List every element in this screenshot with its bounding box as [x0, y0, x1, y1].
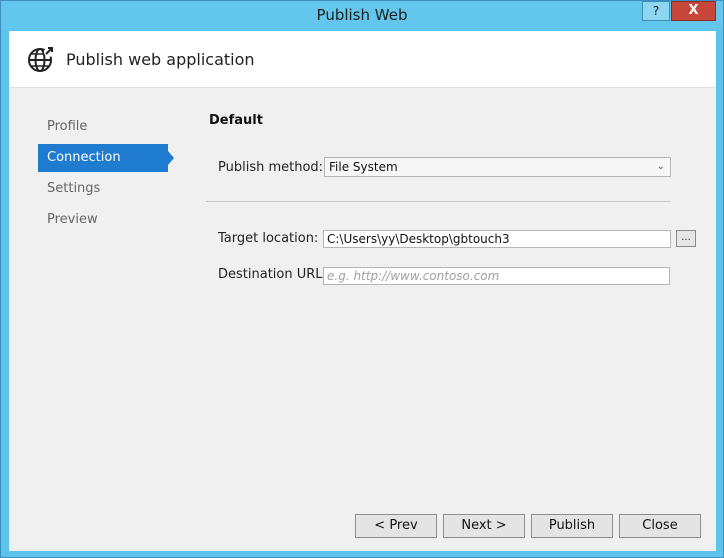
browse-button[interactable]: ... [676, 230, 696, 247]
target-location-input[interactable]: C:\Users\yy\Desktop\gbtouch3 [323, 230, 671, 248]
globe-publish-icon [26, 45, 56, 79]
window-title: Publish Web [316, 6, 408, 24]
dialog-header: Publish web application [9, 31, 716, 88]
prev-button[interactable]: < Prev [355, 514, 437, 538]
divider [206, 201, 671, 202]
chevron-down-icon: ⌄ [656, 161, 665, 172]
destination-url-label: Destination URL: [218, 267, 327, 282]
destination-url-input[interactable]: e.g. http://www.contoso.com [323, 267, 670, 285]
nav-item-preview[interactable]: Preview [38, 206, 168, 234]
help-button[interactable]: ? [642, 1, 670, 21]
publish-method-select[interactable]: File System ⌄ [324, 157, 671, 177]
title-bar[interactable]: Publish Web ? X [1, 1, 723, 29]
nav-item-profile[interactable]: Profile [38, 113, 168, 141]
page-title: Publish web application [66, 50, 255, 69]
window-close-button[interactable]: X [671, 1, 716, 21]
publish-method-label: Publish method: [218, 160, 324, 175]
publish-web-dialog: Publish Web ? X Publish web application … [0, 0, 724, 558]
publish-button[interactable]: Publish [531, 514, 613, 538]
active-nav-indicator [168, 151, 174, 165]
section-title: Default [209, 113, 263, 128]
dialog-client-area: Publish web application Profile Connecti… [9, 31, 716, 551]
nav-item-connection[interactable]: Connection [38, 144, 168, 172]
publish-method-value: File System [329, 160, 398, 174]
nav-item-settings[interactable]: Settings [38, 175, 168, 203]
target-location-label: Target location: [218, 231, 319, 246]
close-button[interactable]: Close [619, 514, 701, 538]
next-button[interactable]: Next > [443, 514, 525, 538]
